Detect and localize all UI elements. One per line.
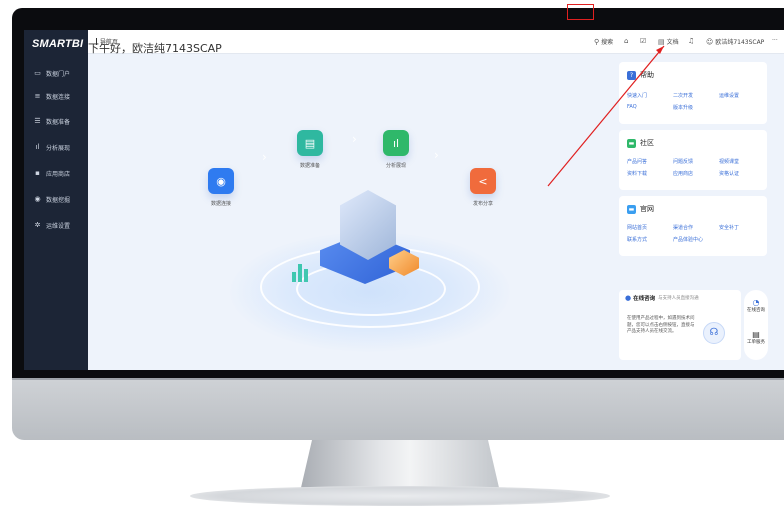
screenshot-stage: SMARTBI ▭ 数据门户 ≡ 数据连接 ☰ 数据准备 ıl 分析展现 ▪ 应用商店 ◉… — [0, 0, 784, 513]
flow-step-label: 分析展现 — [385, 163, 406, 169]
community-card: ▬ 社区 产品问答 问题反馈 视频课堂 资料下载 应用商店 资格认证 — [619, 130, 767, 190]
apps-icon: ▪ — [35, 168, 40, 177]
website-link[interactable]: 产品体验中心 — [673, 236, 703, 243]
monitor-chin-edge — [12, 378, 784, 380]
sidebar-item-label: 数据挖掘 — [46, 196, 71, 204]
consult-description: 在使用产品过程中，如遇到技术问题，您可以点击右侧按钮，直接与产品支持人员在线交流… — [627, 316, 695, 334]
greeting-text: 下午好，欧洁纯7143SCAP — [88, 42, 222, 55]
checkbox-icon: ☑ — [640, 37, 647, 45]
community-link[interactable]: 产品问答 — [627, 158, 647, 165]
community-link[interactable]: 资格认证 — [719, 170, 739, 177]
home-icon: ⌂ — [624, 37, 629, 45]
sidebar-item-ops-settings[interactable]: ✲ 运维设置 — [24, 218, 88, 232]
online-consult-button[interactable]: ◔ 在线咨询 — [744, 298, 768, 313]
help-card-title: ? 帮助 — [627, 70, 654, 80]
website-card: ▬ 官网 网站首页 渠道合作 安全补丁 联系方式 产品体验中心 — [619, 196, 767, 256]
home-button[interactable]: ⌂ — [624, 37, 630, 45]
flow-arrow-icon: › — [434, 148, 439, 162]
gear-icon: ✲ — [34, 220, 41, 229]
share-icon[interactable]: < — [470, 168, 496, 194]
consult-icon: ● — [625, 294, 632, 302]
document-highlight-box — [567, 4, 594, 20]
ticket-service-button[interactable]: ▤ 工单服务 — [744, 330, 768, 345]
community-card-title: ▬ 社区 — [627, 138, 654, 148]
sidebar-item-label: 数据连接 — [46, 93, 71, 101]
bell-icon: ♫ — [688, 37, 695, 45]
search-icon: ⚲ — [594, 37, 600, 46]
community-link[interactable]: 应用商店 — [673, 170, 693, 177]
website-link[interactable]: 联系方式 — [627, 236, 647, 243]
monitor-chin — [12, 378, 784, 440]
headset-icon[interactable]: ☊ — [703, 322, 725, 344]
help-link[interactable]: 二次开发 — [673, 92, 693, 99]
flow-arrow-icon: › — [352, 132, 357, 146]
floating-service-bar: ◔ 在线咨询 ▤ 工单服务 — [744, 290, 768, 360]
help-link[interactable]: 版本升级 — [673, 104, 693, 111]
mini-bar — [292, 272, 296, 282]
website-link[interactable]: 渠道合作 — [673, 224, 693, 231]
flow-step-label: 数据连接 — [210, 201, 231, 207]
consult-header: ● 在线咨询 与支持人员直接沟通 — [625, 294, 699, 302]
sidebar-item-label: 运维设置 — [46, 222, 71, 230]
data-prep-icon[interactable]: ▤ — [297, 130, 323, 156]
help-link[interactable]: FAQ — [627, 104, 637, 110]
mini-bar — [304, 269, 308, 282]
user-menu[interactable]: ☺ 欧洁纯7143SCAP — [706, 37, 764, 47]
website-link[interactable]: 网站首页 — [627, 224, 647, 231]
community-link[interactable]: 资料下载 — [627, 170, 647, 177]
app-logo[interactable]: SMARTBI — [32, 38, 83, 50]
analysis-icon[interactable]: ıl — [383, 130, 409, 156]
sidebar-item-portal[interactable]: ▭ 数据门户 — [24, 66, 88, 80]
flow-step-label: 发布分享 — [472, 201, 493, 207]
community-link[interactable]: 问题反馈 — [673, 158, 693, 165]
flow-arrow-icon: › — [262, 150, 267, 164]
website-card-title: ▬ 官网 — [627, 204, 654, 214]
search-button[interactable]: ⚲ 搜索 — [594, 37, 613, 47]
sidebar-item-analysis[interactable]: ıl 分析展现 — [24, 140, 88, 154]
support-icon: ◔ — [752, 298, 760, 307]
bar-chart-icon: ıl — [35, 142, 40, 151]
sidebar-item-app-store[interactable]: ▪ 应用商店 — [24, 166, 88, 180]
tasks-button[interactable]: ☑ — [640, 37, 648, 45]
community-link[interactable]: 视频课堂 — [719, 158, 739, 165]
sidebar-item-data-connect[interactable]: ≡ 数据连接 — [24, 89, 88, 103]
online-consult-panel: ● 在线咨询 与支持人员直接沟通 在使用产品过程中，如遇到技术问题，您可以点击右侧按… — [619, 290, 741, 360]
sidebar: SMARTBI ▭ 数据门户 ≡ 数据连接 ☰ 数据准备 ıl 分析展现 ▪ 应用商店 ◉… — [24, 30, 88, 370]
monitor-icon: ▭ — [34, 68, 41, 77]
help-link[interactable]: 快速入门 — [627, 92, 647, 99]
sidebar-item-label: 数据门户 — [46, 70, 71, 78]
help-icon: ? — [627, 70, 636, 80]
document-icon: ▤ — [658, 37, 665, 46]
sidebar-item-label: 分析展现 — [46, 144, 71, 152]
data-connect-icon[interactable]: ◉ — [208, 168, 234, 194]
mining-icon: ◉ — [34, 194, 41, 203]
more-button[interactable]: ··· — [772, 37, 778, 44]
sidebar-item-label: 应用商店 — [46, 170, 71, 178]
sidebar-item-data-prep[interactable]: ☰ 数据准备 — [24, 114, 88, 128]
mini-bar — [298, 264, 302, 282]
user-icon: ☺ — [706, 37, 714, 46]
sidebar-item-label: 数据准备 — [46, 118, 71, 126]
notifications-button[interactable]: ♫ — [688, 37, 696, 45]
ticket-icon: ▤ — [752, 330, 760, 339]
help-link[interactable]: 运维设置 — [719, 92, 739, 99]
database-icon: ≡ — [34, 91, 41, 100]
mini-bar-chart-graphic — [292, 260, 310, 282]
monitor-stand-neck — [300, 440, 500, 492]
sidebar-item-data-mining[interactable]: ◉ 数据挖掘 — [24, 192, 88, 206]
website-link[interactable]: 安全补丁 — [719, 224, 739, 231]
flow-step-label: 数据准备 — [299, 163, 320, 169]
document-button[interactable]: ▤ 文档 — [658, 37, 679, 47]
chat-icon: ▬ — [627, 138, 636, 148]
table-icon: ☰ — [34, 116, 41, 125]
globe-icon: ▬ — [627, 204, 636, 214]
monitor-stand-foot — [190, 486, 610, 506]
help-card: ? 帮助 快速入门 二次开发 运维设置 FAQ 版本升级 — [619, 62, 767, 124]
